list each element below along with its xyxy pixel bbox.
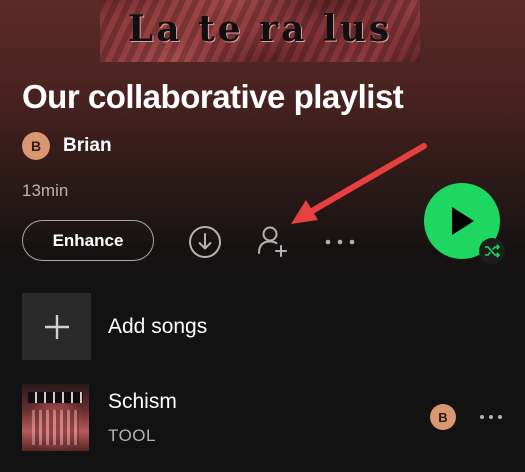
add-songs-label[interactable]: Add songs [108, 315, 207, 339]
download-circle-icon [189, 226, 221, 258]
add-songs-tile[interactable] [22, 293, 91, 360]
playlist-owner[interactable]: B Brian [22, 132, 112, 160]
track-artist[interactable]: TOOL [108, 426, 156, 446]
cover-art-lettering: La te ra lus [127, 8, 393, 50]
shuffle-icon [485, 244, 500, 258]
plus-icon [44, 314, 69, 339]
shuffle-button[interactable] [479, 238, 505, 264]
playlist-title: Our collaborative playlist [22, 78, 404, 115]
play-icon [452, 207, 474, 235]
more-horizontal-icon [480, 415, 502, 419]
track-row[interactable]: Schism TOOL B [22, 384, 507, 452]
playlist-duration: 13min [22, 181, 69, 200]
added-by-avatar: B [430, 404, 456, 430]
track-title[interactable]: Schism [108, 390, 177, 414]
more-horizontal-icon [325, 239, 355, 245]
add-collaborator-button[interactable] [254, 222, 292, 260]
track-more-button[interactable] [477, 408, 505, 426]
owner-avatar[interactable]: B [22, 132, 50, 160]
owner-name[interactable]: Brian [63, 135, 112, 157]
track-album-art [22, 384, 89, 451]
playlist-cover-art: La te ra lus [100, 0, 420, 62]
enhance-button[interactable]: Enhance [22, 220, 154, 261]
add-user-icon [258, 226, 287, 257]
add-songs-row[interactable]: Add songs [22, 293, 207, 360]
more-options-button[interactable] [320, 228, 360, 256]
download-button[interactable] [187, 224, 223, 260]
